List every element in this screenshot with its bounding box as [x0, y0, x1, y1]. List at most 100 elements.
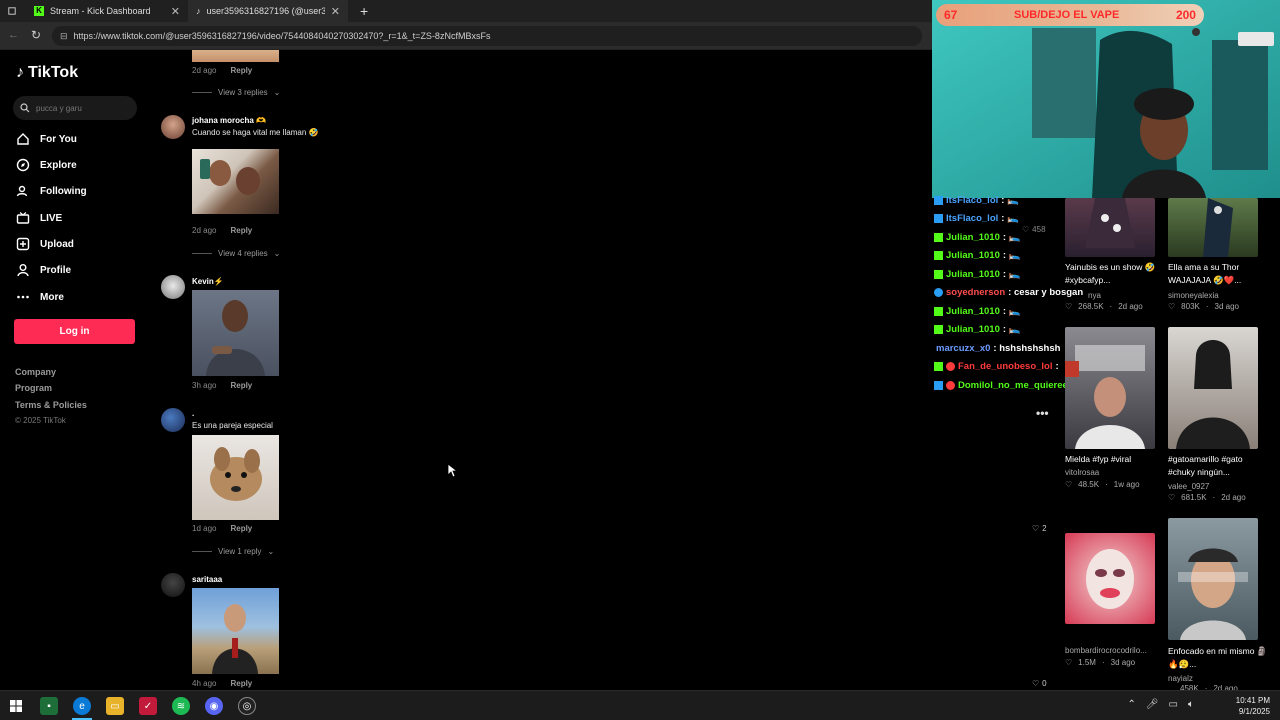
- comment-image[interactable]: [192, 50, 279, 62]
- view-replies-label: View 3 replies: [218, 88, 268, 97]
- microphone-icon[interactable]: 🎤︎: [1146, 699, 1159, 710]
- like-count[interactable]: ♡ 0: [1032, 679, 1047, 688]
- edge-browser-icon[interactable]: e: [73, 697, 91, 715]
- close-tab-icon[interactable]: ✕: [171, 5, 180, 18]
- comment-image[interactable]: [192, 149, 279, 214]
- video-title[interactable]: Ella ama a su Thor WAJAJAJA 🤣❤️...: [1168, 261, 1268, 287]
- video-title[interactable]: Enfocado en mi mismo 🗿🔥😮‍💨...: [1168, 645, 1268, 671]
- video-preview: [1065, 345, 1145, 449]
- sidebar-item-profile[interactable]: Profile: [16, 263, 71, 277]
- file-explorer-icon[interactable]: ▭: [106, 697, 124, 715]
- app-icon[interactable]: ✓: [139, 697, 157, 715]
- comment-author[interactable]: johana morocha 🫶: [192, 116, 266, 125]
- logo-text: TikTok: [28, 64, 79, 81]
- view-replies-button[interactable]: View 4 replies ⌄: [192, 249, 280, 258]
- obs-icon[interactable]: ◎: [238, 697, 256, 715]
- avatar[interactable]: [161, 275, 185, 299]
- footer-link-program[interactable]: Program: [15, 383, 52, 393]
- following-icon: [16, 185, 28, 197]
- dot-separator: ·: [1109, 302, 1113, 311]
- reply-button[interactable]: Reply: [230, 679, 252, 688]
- dot-separator: ·: [1205, 302, 1209, 311]
- footer-link-company[interactable]: Company: [15, 367, 56, 377]
- copyright: © 2025 TikTok: [15, 416, 66, 425]
- sidebar-item-for-you[interactable]: For You: [16, 132, 77, 146]
- video-author[interactable]: nayialz: [1168, 674, 1193, 683]
- view-replies-button[interactable]: View 1 reply ⌄: [192, 547, 274, 556]
- video-thumbnail[interactable]: [1065, 198, 1155, 257]
- footer-link-terms[interactable]: Terms & Policies: [15, 400, 87, 410]
- chat-message: ItsFlaco_lol : 🛌: [934, 213, 1019, 224]
- search-input[interactable]: pucca y garu: [13, 96, 137, 120]
- discord-icon[interactable]: ◉: [205, 697, 223, 715]
- video-title[interactable]: #gatoamarillo #gato #chuky ningún...: [1168, 453, 1268, 479]
- comment-author[interactable]: saritaaa: [192, 575, 222, 584]
- back-icon[interactable]: ←: [8, 29, 19, 41]
- tab-kick-dashboard[interactable]: K Stream - Kick Dashboard ✕: [26, 0, 188, 22]
- video-author[interactable]: vitolrosaa: [1065, 468, 1099, 477]
- tab-actions-icon[interactable]: [0, 0, 24, 22]
- video-title[interactable]: Yainubis es un show 🤣 #xybcafyp...: [1065, 261, 1165, 287]
- clock-time: 10:41 PM: [1235, 696, 1270, 705]
- new-tab-button[interactable]: +: [352, 0, 370, 22]
- tiktok-logo-icon: ♪: [16, 64, 24, 81]
- avatar[interactable]: [161, 573, 185, 597]
- sidebar-item-explore[interactable]: Explore: [16, 158, 77, 172]
- comment-text: Cuando se haga vital me llaman 🤣: [192, 128, 319, 137]
- spotify-icon[interactable]: ≋: [172, 697, 190, 715]
- sidebar-item-following[interactable]: Following: [16, 184, 87, 198]
- sidebar-item-live[interactable]: LIVE: [16, 211, 62, 225]
- video-likes: 268.5K: [1078, 302, 1104, 311]
- avatar[interactable]: [161, 408, 185, 432]
- video-thumbnail[interactable]: [1168, 327, 1258, 449]
- video-thumbnail[interactable]: [1168, 198, 1258, 257]
- network-icon[interactable]: ▭: [1169, 699, 1178, 710]
- more-options-icon[interactable]: •••: [1036, 406, 1049, 420]
- sidebar-item-upload[interactable]: Upload: [16, 237, 74, 251]
- video-thumbnail[interactable]: [1065, 533, 1155, 624]
- reply-button[interactable]: Reply: [230, 381, 252, 390]
- close-tab-icon[interactable]: ✕: [331, 5, 340, 18]
- dog-photo: [210, 447, 262, 501]
- comment-image[interactable]: [192, 290, 279, 376]
- view-replies-button[interactable]: View 3 replies ⌄: [192, 88, 280, 97]
- sidebar-item-more[interactable]: More: [16, 290, 64, 304]
- reply-button[interactable]: Reply: [230, 524, 252, 533]
- comment-author[interactable]: .: [192, 409, 194, 418]
- video-author[interactable]: simoneyalexia: [1168, 291, 1219, 300]
- chat-message: Julian_1010 : 🛌: [934, 232, 1021, 243]
- login-button[interactable]: Log in: [14, 319, 135, 344]
- badge-icon: [934, 270, 943, 279]
- video-author[interactable]: nya: [1088, 291, 1101, 300]
- avatar[interactable]: [161, 115, 185, 139]
- url-field[interactable]: ⊟ https://www.tiktok.com/@user3596316827…: [52, 26, 922, 46]
- windows-start-icon[interactable]: [7, 697, 25, 715]
- site-info-icon[interactable]: ⊟: [60, 31, 68, 42]
- dot-separator: ·: [1101, 658, 1105, 667]
- like-count[interactable]: ♡ 2: [1032, 524, 1047, 533]
- chat-text: : hshshshshsh: [993, 343, 1061, 354]
- terminal-icon[interactable]: ▪: [40, 697, 58, 715]
- reply-button[interactable]: Reply: [230, 226, 252, 235]
- search-placeholder: pucca y garu: [36, 103, 82, 113]
- video-author[interactable]: valee_0927: [1168, 482, 1209, 491]
- reply-button[interactable]: Reply: [230, 66, 252, 75]
- system-clock[interactable]: 10:41 PM 9/1/2025: [1236, 695, 1270, 717]
- volume-icon[interactable]: 🔈︎: [1188, 699, 1194, 710]
- chat-user: Domilol_no_me_quieree: [958, 380, 1068, 391]
- badge-icon: [934, 251, 943, 260]
- reload-icon[interactable]: ↻: [31, 28, 41, 42]
- tiktok-logo[interactable]: ♪ TikTok: [16, 64, 78, 82]
- chat-user: Julian_1010: [946, 232, 1000, 243]
- like-count[interactable]: ♡ 458: [1022, 225, 1046, 234]
- comment-image[interactable]: [192, 435, 279, 520]
- comment-author[interactable]: Kevin⚡: [192, 277, 224, 286]
- video-thumbnail[interactable]: [1168, 518, 1258, 640]
- tab-tiktok[interactable]: ♪ user3596316827196 (@user35963... ✕: [188, 0, 348, 22]
- chevron-up-icon[interactable]: ⌃: [1127, 699, 1135, 710]
- video-thumbnail[interactable]: [1065, 327, 1155, 449]
- subgoal-banner: 67 SUB/DEJO EL VAPE 200: [936, 4, 1204, 26]
- video-title[interactable]: Mielda #fyp #viral: [1065, 453, 1165, 466]
- comment-image[interactable]: [192, 588, 279, 674]
- video-author[interactable]: bombardirocrocodrilo...: [1065, 646, 1147, 655]
